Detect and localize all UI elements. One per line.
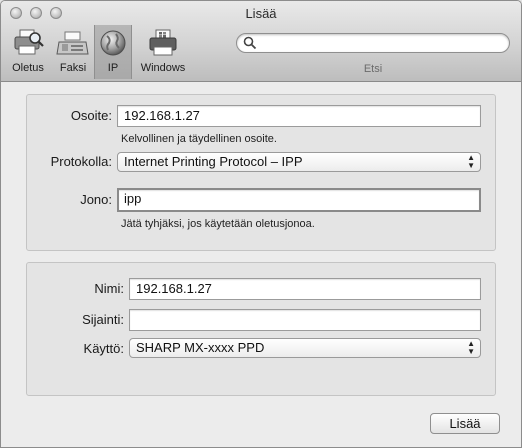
name-label: Nimi: (94, 281, 124, 296)
tool-label: Oletus (12, 62, 44, 74)
up-down-arrows-icon: ▲ ▼ (467, 153, 475, 170)
tool-label: Faksi (59, 62, 87, 74)
globe-icon (100, 30, 126, 56)
ip-settings-group: Osoite: 192.168.1.27 Kelvollinen ja täyd… (26, 94, 496, 251)
location-label: Sijainti: (82, 312, 124, 327)
toolbar: Lisää Oletus Faksi IP Windows Etsi (1, 1, 521, 82)
protocol-select[interactable]: Internet Printing Protocol – IPP ▲ ▼ (117, 152, 481, 172)
address-label: Osoite: (70, 108, 112, 123)
printer-info-group: Nimi: 192.168.1.27 Sijainti: Käyttö: SHA… (26, 262, 496, 396)
name-field[interactable]: 192.168.1.27 (129, 278, 481, 300)
tool-label: IP (107, 62, 119, 74)
tool-label: Windows (140, 62, 186, 74)
search-icon (243, 36, 257, 50)
use-select[interactable]: SHARP MX-xxxx PPD ▲ ▼ (129, 338, 481, 358)
queue-hint: Jätä tyhjäksi, jos käytetään oletusjonoa… (121, 218, 315, 230)
tool-default[interactable]: Oletus (7, 25, 49, 79)
tool-ip[interactable]: IP (94, 25, 132, 79)
fax-icon (56, 31, 89, 55)
tool-windows[interactable]: Windows (137, 25, 189, 79)
protocol-value: Internet Printing Protocol – IPP (124, 154, 303, 169)
add-button[interactable]: Lisää (430, 413, 500, 434)
use-value: SHARP MX-xxxx PPD (136, 340, 265, 355)
up-down-arrows-icon: ▲ ▼ (467, 339, 475, 356)
queue-label: Jono: (80, 192, 112, 207)
queue-field[interactable]: ipp (117, 188, 481, 212)
location-field[interactable] (129, 309, 481, 331)
search-field[interactable] (236, 33, 510, 53)
window-title: Lisää (245, 6, 277, 21)
address-hint: Kelvollinen ja täydellinen osoite. (121, 133, 277, 145)
windows-printer-icon (149, 29, 177, 56)
use-label: Käyttö: (83, 341, 124, 356)
search-input[interactable] (259, 35, 503, 53)
add-printer-window: Lisää Oletus Faksi IP Windows Etsi Osoit… (0, 0, 522, 448)
search-label: Etsi (363, 63, 383, 75)
tool-fax[interactable]: Faksi (54, 25, 92, 79)
printer-magnifier-icon (14, 29, 44, 55)
protocol-label: Protokolla: (50, 154, 112, 169)
address-field[interactable]: 192.168.1.27 (117, 105, 481, 127)
